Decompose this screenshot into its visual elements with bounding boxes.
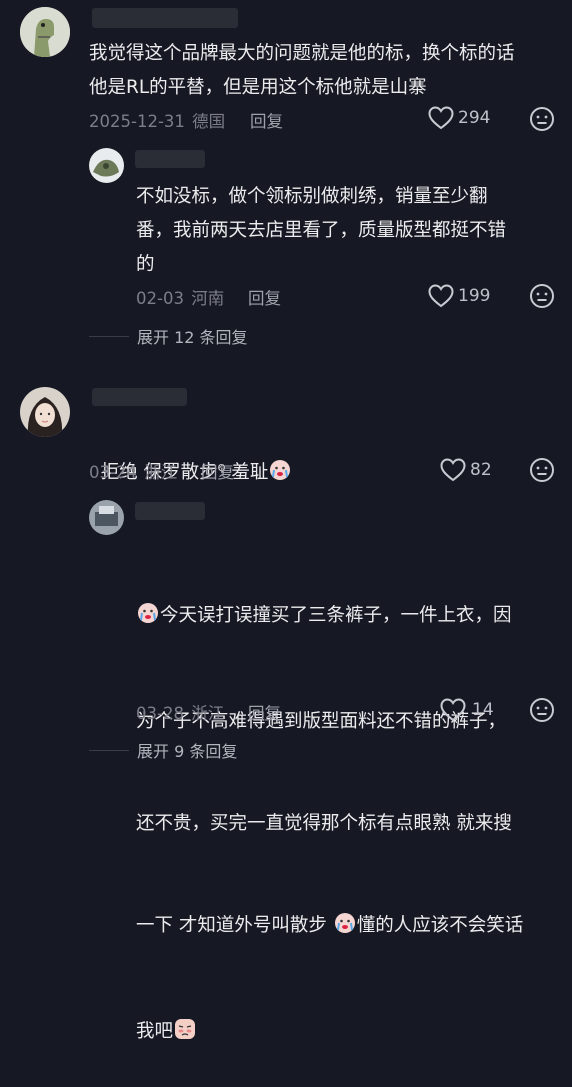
expand-replies-label: 展开 9 条回复: [137, 742, 238, 761]
region: 浙江: [191, 704, 225, 723]
username-blurred[interactable]: [92, 388, 187, 406]
avatar[interactable]: [89, 148, 124, 183]
divider: [89, 749, 129, 751]
region: 河南: [191, 289, 225, 308]
shy-face-emoji: [173, 1017, 197, 1053]
username-blurred[interactable]: [92, 8, 238, 28]
date: 2025-12-31: [89, 112, 185, 131]
meh-face-icon[interactable]: [529, 106, 555, 132]
reply-button[interactable]: 回复: [248, 700, 281, 724]
comment-text: 我觉得这个品牌最大的问题就是他的标，换个标的话 他是RL的平替，但是用这个标他就…: [89, 43, 515, 98]
comment-date: 02-03 河南: [136, 285, 224, 309]
meh-face-icon[interactable]: [529, 283, 555, 309]
comment-line: 我吧: [136, 1021, 174, 1042]
meh-face-icon[interactable]: [529, 457, 555, 483]
reply-button[interactable]: 回复: [201, 459, 234, 483]
expand-replies-label: 展开 12 条回复: [137, 328, 248, 347]
expand-replies-button[interactable]: 展开 9 条回复: [89, 738, 237, 762]
crying-face-emoji: [136, 601, 160, 637]
reply-button[interactable]: 回复: [248, 285, 281, 309]
comment-text: 不如没标，做个领标别做刺绣，销量至少翻 番，我前两天去店里看了，质量版型都挺不错…: [136, 186, 507, 275]
like-count: 294: [458, 108, 491, 128]
divider: [89, 335, 129, 337]
like-count: 14: [472, 700, 494, 720]
comment-line: 今天误打误撞买了三条裤子，一件上衣，因: [160, 605, 512, 626]
crying-face-emoji: [268, 458, 292, 494]
avatar[interactable]: [20, 7, 70, 57]
avatar[interactable]: [89, 500, 124, 535]
region: 浙江: [144, 463, 178, 482]
comment-date: 2025-12-31 德国: [89, 108, 225, 132]
username-blurred[interactable]: [135, 502, 205, 520]
heart-outline-icon[interactable]: [428, 106, 454, 130]
expand-replies-button[interactable]: 展开 12 条回复: [89, 324, 248, 348]
username-blurred[interactable]: [135, 150, 205, 168]
heart-outline-icon[interactable]: [440, 458, 466, 482]
comment-line: 一下 才知道外号叫散步: [136, 915, 333, 936]
meh-face-icon[interactable]: [529, 697, 555, 723]
date: 03-24: [89, 463, 137, 482]
heart-outline-icon[interactable]: [440, 698, 466, 722]
comment-text: 今天误打误撞买了三条裤子，一件上衣，因 为个子不高难得遇到版型面料还不错的裤子，…: [136, 531, 556, 1087]
reply-button[interactable]: 回复: [250, 108, 283, 132]
date: 03-28: [136, 704, 184, 723]
comment-date: 03-28 浙江: [136, 700, 224, 724]
comment-date: 03-24 浙江: [89, 459, 177, 483]
date: 02-03: [136, 289, 184, 308]
like-count: 82: [470, 460, 492, 480]
comment-line: 懂的人应该不会笑话: [356, 915, 524, 936]
avatar[interactable]: [20, 387, 70, 437]
region: 德国: [192, 112, 226, 131]
comment-line: 还不贵，买完一直觉得那个标有点眼熟 就来搜: [136, 813, 512, 834]
heart-outline-icon[interactable]: [428, 284, 454, 308]
like-count: 199: [458, 286, 491, 306]
crying-face-emoji: [333, 911, 357, 947]
